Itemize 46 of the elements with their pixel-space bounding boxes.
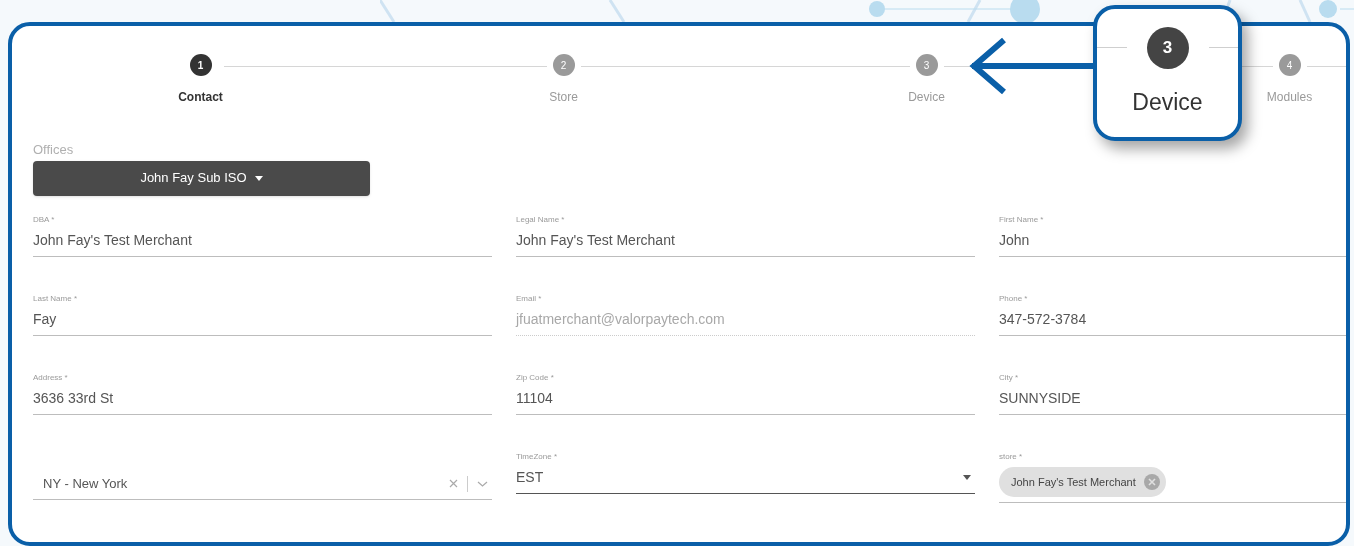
store-chip[interactable]: John Fay's Test Merchant	[999, 467, 1166, 497]
field-label: Last Name *	[33, 292, 79, 305]
text-field[interactable]: John Fay's Test Merchant	[516, 225, 975, 257]
chip-select-field[interactable]: John Fay's Test Merchant	[999, 462, 1346, 503]
text-field[interactable]: John	[999, 225, 1346, 257]
field-label: Address *	[33, 371, 69, 384]
timezone-select-field[interactable]: EST	[516, 462, 975, 494]
state-select-field[interactable]: NY - New York	[33, 468, 492, 500]
step-label[interactable]: Contact	[178, 88, 223, 106]
field-value: Fay	[33, 310, 57, 329]
field-label: Email *	[516, 292, 543, 305]
field-value: NY - New York	[43, 474, 129, 493]
step-number: 3	[1146, 27, 1189, 69]
text-field[interactable]: SUNNYSIDE	[999, 383, 1346, 415]
offices-dropdown-button[interactable]: John Fay Sub ISO	[33, 160, 370, 196]
clear-icon[interactable]	[449, 479, 458, 488]
text-field[interactable]: 11104	[516, 383, 975, 415]
field-value: 3636 33rd St	[33, 389, 114, 408]
field-value: jfuatmerchant@valorpaytech.com	[516, 310, 725, 329]
field-label: Zip Code *	[516, 371, 555, 384]
text-field[interactable]: John Fay's Test Merchant	[33, 225, 492, 257]
field-label: City *	[999, 371, 1020, 384]
chevron-down-icon[interactable]	[477, 480, 488, 487]
field-label: Legal Name *	[516, 213, 566, 226]
field-label: Phone *	[999, 292, 1029, 305]
field-label: TimeZone *	[516, 450, 559, 463]
field-value: SUNNYSIDE	[999, 389, 1081, 408]
text-field[interactable]: 347-572-3784	[999, 304, 1346, 336]
field-label: store *	[999, 450, 1024, 463]
text-field[interactable]: Fay	[33, 304, 492, 336]
field-label: First Name *	[999, 213, 1045, 226]
field-label: DBA *	[33, 213, 56, 226]
offices-label: Offices	[33, 141, 75, 159]
field-value: EST	[516, 468, 545, 487]
caret-icon	[254, 175, 263, 181]
field-value: 11104	[516, 389, 553, 408]
step-number[interactable]: 1	[189, 54, 212, 76]
text-field[interactable]: 3636 33rd St	[33, 383, 492, 415]
field-value: 347-572-3784	[999, 310, 1087, 329]
remove-chip-icon[interactable]	[1143, 474, 1160, 490]
field-value: John Fay's Test Merchant	[516, 231, 675, 250]
chip-label: John Fay's Test Merchant	[1011, 474, 1136, 490]
field-value: John Fay's Test Merchant	[33, 231, 192, 250]
step-label: Device	[1132, 88, 1203, 117]
caret-icon	[963, 475, 971, 480]
field-value: John	[999, 231, 1030, 250]
